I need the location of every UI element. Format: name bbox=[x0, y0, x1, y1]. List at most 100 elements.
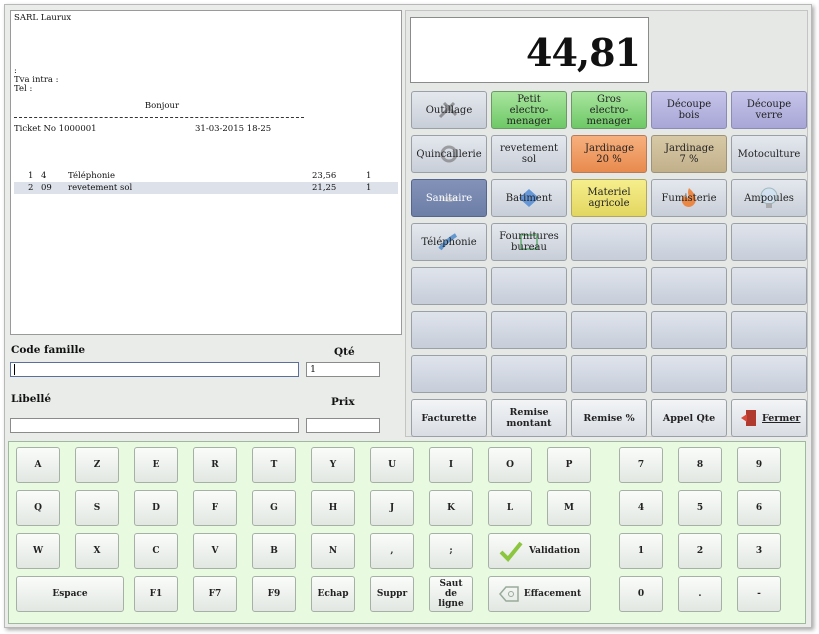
family-slot-empty[interactable] bbox=[731, 223, 807, 261]
family-slot-empty[interactable] bbox=[411, 311, 487, 349]
remise-montant-button[interactable]: Remise montant bbox=[491, 399, 567, 437]
family-slot-empty[interactable] bbox=[571, 311, 647, 349]
family-ampoules[interactable]: Ampoules bbox=[731, 179, 807, 217]
key-l[interactable]: L bbox=[488, 490, 532, 526]
key-8[interactable]: 8 bbox=[678, 447, 722, 483]
family-slot-empty[interactable] bbox=[411, 355, 487, 393]
remise-pct-button[interactable]: Remise % bbox=[571, 399, 647, 437]
family-outillage[interactable]: Outillage bbox=[411, 91, 487, 129]
key-7[interactable]: 7 bbox=[619, 447, 663, 483]
echap-key[interactable]: Echap bbox=[311, 576, 355, 612]
f1-key[interactable]: F1 bbox=[134, 576, 178, 612]
key-o[interactable]: O bbox=[488, 447, 532, 483]
key-minus[interactable]: - bbox=[737, 576, 781, 612]
family-fournitures-bureau[interactable]: Fournitures bureau bbox=[491, 223, 567, 261]
f9-key[interactable]: F9 bbox=[252, 576, 296, 612]
key-comma[interactable]: , bbox=[370, 533, 414, 569]
family-slot-empty[interactable] bbox=[571, 355, 647, 393]
key-h[interactable]: H bbox=[311, 490, 355, 526]
key-y[interactable]: Y bbox=[311, 447, 355, 483]
family-slot-empty[interactable] bbox=[491, 355, 567, 393]
f7-key[interactable]: F7 bbox=[193, 576, 237, 612]
family-slot-empty[interactable] bbox=[491, 267, 567, 305]
key-f[interactable]: F bbox=[193, 490, 237, 526]
key-3[interactable]: 3 bbox=[737, 533, 781, 569]
total-amount: 44,81 bbox=[526, 30, 641, 75]
suppr-key[interactable]: Suppr bbox=[370, 576, 414, 612]
family-batiment[interactable]: Batiment bbox=[491, 179, 567, 217]
family-decoupe-bois[interactable]: Découpe bois bbox=[651, 91, 727, 129]
saut-de-ligne-key[interactable]: Saut de ligne bbox=[429, 576, 473, 612]
family-slot-empty[interactable] bbox=[651, 311, 727, 349]
key-u[interactable]: U bbox=[370, 447, 414, 483]
key-t[interactable]: T bbox=[252, 447, 296, 483]
key-v[interactable]: V bbox=[193, 533, 237, 569]
key-a[interactable]: A bbox=[16, 447, 60, 483]
espace-key[interactable]: Espace bbox=[16, 576, 124, 612]
key-2[interactable]: 2 bbox=[678, 533, 722, 569]
key-j[interactable]: J bbox=[370, 490, 414, 526]
key-i[interactable]: I bbox=[429, 447, 473, 483]
libelle-input[interactable] bbox=[10, 418, 299, 433]
ticket-line[interactable]: 1 4 Téléphonie 23,56 1 bbox=[14, 170, 398, 182]
backspace-icon bbox=[498, 586, 519, 602]
key-dot[interactable]: . bbox=[678, 576, 722, 612]
key-1[interactable]: 1 bbox=[619, 533, 663, 569]
family-slot-empty[interactable] bbox=[731, 267, 807, 305]
key-r[interactable]: R bbox=[193, 447, 237, 483]
family-slot-empty[interactable] bbox=[571, 223, 647, 261]
key-0[interactable]: 0 bbox=[619, 576, 663, 612]
key-q[interactable]: Q bbox=[16, 490, 60, 526]
line-qty: 1 bbox=[366, 183, 372, 193]
family-fumisterie[interactable]: Fumisterie bbox=[651, 179, 727, 217]
ticket-number: Ticket No 1000001 bbox=[14, 124, 97, 134]
family-slot-empty[interactable] bbox=[731, 311, 807, 349]
key-b[interactable]: B bbox=[252, 533, 296, 569]
family-telephonie[interactable]: Téléphonie bbox=[411, 223, 487, 261]
family-slot-empty[interactable] bbox=[491, 311, 567, 349]
key-p[interactable]: P bbox=[547, 447, 591, 483]
key-m[interactable]: M bbox=[547, 490, 591, 526]
appel-qte-button[interactable]: Appel Qte bbox=[651, 399, 727, 437]
family-petit-electromenager[interactable]: Petit electro-menager bbox=[491, 91, 567, 129]
family-materiel-agricole[interactable]: Materiel agricole bbox=[571, 179, 647, 217]
key-x[interactable]: X bbox=[75, 533, 119, 569]
family-jardinage-7[interactable]: Jardinage 7 % bbox=[651, 135, 727, 173]
family-sanitaire[interactable]: Sanitaire bbox=[411, 179, 487, 217]
key-9[interactable]: 9 bbox=[737, 447, 781, 483]
key-n[interactable]: N bbox=[311, 533, 355, 569]
family-motoculture[interactable]: Motoculture bbox=[731, 135, 807, 173]
family-gros-electromenager[interactable]: Gros electro-menager bbox=[571, 91, 647, 129]
key-g[interactable]: G bbox=[252, 490, 296, 526]
key-e[interactable]: E bbox=[134, 447, 178, 483]
key-6[interactable]: 6 bbox=[737, 490, 781, 526]
validation-button[interactable]: Validation bbox=[488, 533, 591, 569]
key-d[interactable]: D bbox=[134, 490, 178, 526]
family-slot-empty[interactable] bbox=[571, 267, 647, 305]
family-slot-empty[interactable] bbox=[411, 267, 487, 305]
family-quincaillerie[interactable]: Quincaillerie bbox=[411, 135, 487, 173]
ticket-line[interactable]: 2 09 revetement sol 21,25 1 bbox=[14, 182, 398, 194]
qte-input[interactable]: 1 bbox=[306, 362, 380, 377]
family-slot-empty[interactable] bbox=[651, 267, 727, 305]
key-s[interactable]: S bbox=[75, 490, 119, 526]
key-z[interactable]: Z bbox=[75, 447, 119, 483]
effacement-button[interactable]: Effacement bbox=[488, 576, 591, 612]
facturette-button[interactable]: Facturette bbox=[411, 399, 487, 437]
family-decoupe-verre[interactable]: Découpe verre bbox=[731, 91, 807, 129]
family-jardinage-20[interactable]: Jardinage 20 % bbox=[571, 135, 647, 173]
key-w[interactable]: W bbox=[16, 533, 60, 569]
fermer-button[interactable]: Fermer bbox=[731, 399, 807, 437]
key-semicolon[interactable]: ; bbox=[429, 533, 473, 569]
family-slot-empty[interactable] bbox=[731, 355, 807, 393]
ticket-panel: SARL Laurux : Tva intra : Tel : Bonjour … bbox=[10, 10, 402, 335]
key-c[interactable]: C bbox=[134, 533, 178, 569]
key-4[interactable]: 4 bbox=[619, 490, 663, 526]
key-k[interactable]: K bbox=[429, 490, 473, 526]
family-slot-empty[interactable] bbox=[651, 355, 727, 393]
family-revetement-sol[interactable]: revetement sol bbox=[491, 135, 567, 173]
prix-input[interactable] bbox=[306, 418, 380, 433]
key-5[interactable]: 5 bbox=[678, 490, 722, 526]
code-famille-input[interactable] bbox=[10, 362, 299, 377]
family-slot-empty[interactable] bbox=[651, 223, 727, 261]
